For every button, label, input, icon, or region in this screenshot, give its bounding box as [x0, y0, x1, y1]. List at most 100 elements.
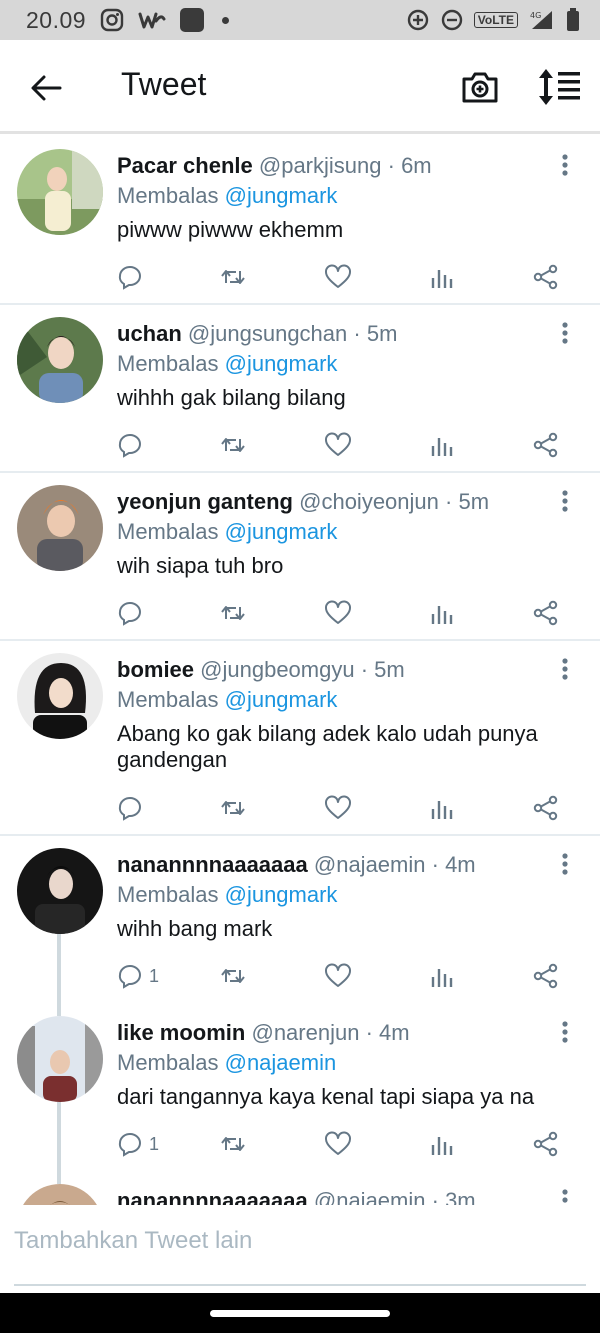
display-name[interactable]: like moomin [117, 1020, 245, 1045]
display-name[interactable]: Pacar chenle [117, 153, 253, 178]
display-name[interactable]: uchan [117, 321, 182, 346]
tweet[interactable]: nanannnnaaaaaaa @najaemin · 4m Membalas … [0, 836, 600, 1004]
like-button[interactable] [325, 430, 351, 460]
avatar[interactable] [17, 1184, 103, 1205]
tweet-actions [117, 262, 577, 292]
avatar[interactable] [17, 317, 103, 403]
tweet-header: like moomin @narenjun · 4m [117, 1018, 410, 1048]
avatar[interactable] [17, 653, 103, 739]
reply-button[interactable] [117, 430, 149, 460]
retweet-button[interactable] [220, 262, 246, 292]
analytics-button[interactable] [429, 430, 455, 460]
tweet-actions [117, 598, 577, 628]
share-button[interactable] [533, 430, 559, 460]
more-options-icon[interactable] [561, 153, 569, 177]
mention-link[interactable]: @jungmark [225, 882, 338, 907]
add-tweet-input[interactable]: Tambahkan Tweet lain [14, 1227, 252, 1255]
handle[interactable]: @jungsungchan [188, 321, 347, 346]
reply-icon [118, 434, 141, 458]
tweet[interactable]: bomiee @jungbeomgyu · 5m Membalas @jungm… [0, 641, 600, 836]
replies-feed[interactable]: Pacar chenle @parkjisung · 6m Membalas @… [0, 137, 600, 1205]
retweet-button[interactable] [220, 430, 246, 460]
analytics-icon [431, 969, 453, 987]
replying-to: Membalas @jungmark [117, 880, 337, 910]
reply-count: 1 [149, 965, 160, 986]
status-bar: 20.09 VoLTE 4G [0, 0, 600, 40]
heart-icon [325, 963, 351, 987]
back-arrow-icon[interactable] [28, 70, 64, 106]
retweet-button[interactable] [220, 961, 246, 991]
avatar[interactable] [17, 149, 103, 235]
share-button[interactable] [533, 598, 559, 628]
tweet-header: nanannnnaaaaaaa @najaemin · 4m [117, 850, 476, 880]
replying-to-label: Membalas [117, 351, 219, 376]
more-options-icon[interactable] [561, 1188, 569, 1205]
like-button[interactable] [325, 598, 351, 628]
reply-button[interactable]: 1 [117, 1129, 159, 1159]
handle[interactable]: @choiyeonjun [299, 489, 439, 514]
analytics-button[interactable] [429, 262, 455, 292]
tweet[interactable]: like moomin @narenjun · 4m Membalas @naj… [0, 1004, 600, 1172]
heart-icon [325, 795, 351, 819]
camera-add-icon[interactable] [460, 67, 500, 107]
replying-to: Membalas @najaemin [117, 1048, 336, 1078]
sort-icon[interactable] [538, 67, 582, 107]
like-button[interactable] [325, 262, 351, 292]
mention-link[interactable]: @jungmark [225, 687, 338, 712]
tweet[interactable]: yeonjun ganteng @choiyeonjun · 5m Membal… [0, 473, 600, 641]
share-icon [533, 963, 558, 989]
tweet-header: uchan @jungsungchan · 5m [117, 319, 397, 349]
analytics-button[interactable] [429, 961, 455, 991]
like-button[interactable] [325, 1129, 351, 1159]
display-name[interactable]: bomiee [117, 657, 194, 682]
display-name[interactable]: nanannnnaaaaaaa [117, 1188, 308, 1205]
tweet[interactable]: nanannnnaaaaaaa @najaemin · 3m [0, 1172, 600, 1205]
retweet-button[interactable] [220, 793, 246, 823]
more-options-icon[interactable] [561, 852, 569, 876]
analytics-button[interactable] [429, 598, 455, 628]
display-name[interactable]: yeonjun ganteng [117, 489, 293, 514]
replying-to-label: Membalas [117, 519, 219, 544]
avatar[interactable] [17, 848, 103, 934]
share-button[interactable] [533, 262, 559, 292]
reply-button[interactable]: 1 [117, 961, 159, 991]
thread-line [57, 1102, 61, 1172]
more-options-icon[interactable] [561, 1020, 569, 1044]
timestamp: · 5m [360, 657, 405, 682]
tweet[interactable]: Pacar chenle @parkjisung · 6m Membalas @… [0, 137, 600, 305]
mention-link[interactable]: @jungmark [225, 351, 338, 376]
reply-button[interactable] [117, 262, 149, 292]
retweet-button[interactable] [220, 1129, 246, 1159]
tweet-text: dari tangannya kaya kenal tapi siapa ya … [117, 1084, 535, 1109]
display-name[interactable]: nanannnnaaaaaaa [117, 852, 308, 877]
handle[interactable]: @jungbeomgyu [200, 657, 354, 682]
handle[interactable]: @najaemin [314, 852, 426, 877]
reply-button[interactable] [117, 598, 149, 628]
avatar[interactable] [17, 1016, 103, 1102]
handle[interactable]: @narenjun [251, 1020, 359, 1045]
more-options-icon[interactable] [561, 657, 569, 681]
handle[interactable]: @parkjisung [259, 153, 382, 178]
avatar[interactable] [17, 485, 103, 571]
handle[interactable]: @najaemin [314, 1188, 426, 1205]
retweet-button[interactable] [220, 598, 246, 628]
share-icon [533, 432, 558, 458]
analytics-button[interactable] [429, 793, 455, 823]
reply-button[interactable] [117, 793, 149, 823]
mention-link[interactable]: @najaemin [225, 1050, 337, 1075]
mention-link[interactable]: @jungmark [225, 519, 338, 544]
home-indicator[interactable] [210, 1310, 390, 1317]
analytics-icon [431, 606, 453, 624]
share-button[interactable] [533, 961, 559, 991]
like-button[interactable] [325, 793, 351, 823]
mention-link[interactable]: @jungmark [225, 183, 338, 208]
more-options-icon[interactable] [561, 321, 569, 345]
retweet-icon [221, 606, 245, 620]
composer-underline [14, 1284, 586, 1286]
more-options-icon[interactable] [561, 489, 569, 513]
share-button[interactable] [533, 793, 559, 823]
share-button[interactable] [533, 1129, 559, 1159]
tweet[interactable]: uchan @jungsungchan · 5m Membalas @jungm… [0, 305, 600, 473]
like-button[interactable] [325, 961, 351, 991]
analytics-button[interactable] [429, 1129, 455, 1159]
